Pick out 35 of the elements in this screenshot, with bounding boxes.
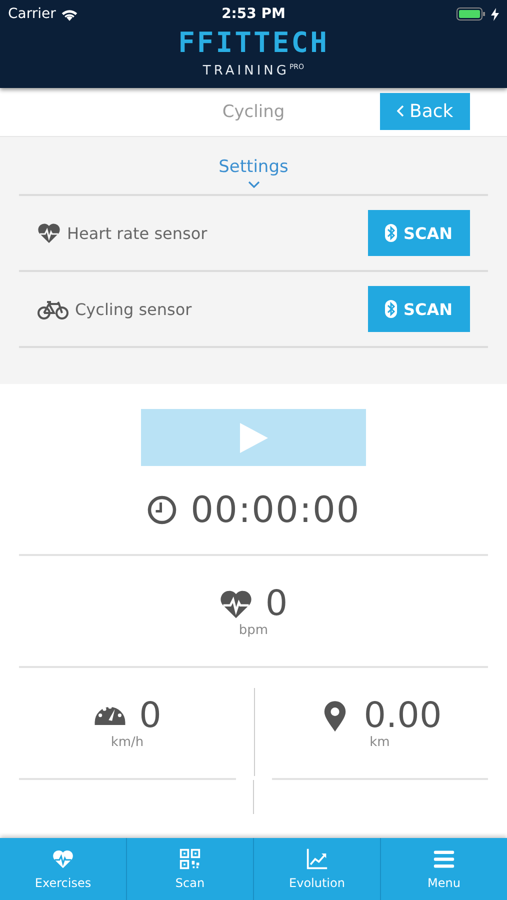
tab-item[interactable]: Evolution: [253, 838, 380, 900]
sensor-label: Heart rate sensor: [67, 224, 208, 243]
stat-value: 0: [139, 696, 162, 735]
stat-value: 0.00: [364, 696, 442, 735]
logo-text: FFITTECH: [178, 28, 329, 58]
logo-subtitle: TRAINING$^{PRO}$: [202, 62, 304, 80]
scan-button[interactable]: SCAN: [368, 286, 470, 332]
battery-icon: [456, 7, 486, 21]
status-time: 2:53 PM: [222, 6, 286, 22]
clock-icon: [146, 495, 177, 526]
bluetooth-icon: [385, 224, 398, 242]
stat-value: 0: [265, 584, 288, 623]
menu-icon: [433, 848, 455, 870]
back-button[interactable]: Back: [380, 93, 470, 130]
tab-item[interactable]: Menu: [380, 838, 507, 900]
heart-rate-icon: [52, 848, 74, 870]
stat-unit: km: [370, 734, 390, 750]
qr-code-icon: [179, 848, 201, 870]
bluetooth-icon: [385, 300, 398, 318]
settings-toggle[interactable]: Settings: [218, 157, 288, 178]
chevron-left-icon: [396, 105, 404, 118]
scan-button[interactable]: SCAN: [368, 210, 470, 256]
wifi-icon: [60, 8, 78, 20]
heart-rate-icon: [37, 221, 61, 246]
page-title: Cycling: [222, 102, 285, 122]
stat-unit: km/h: [110, 734, 144, 750]
play-icon: [240, 422, 268, 453]
stat-unit: bpm: [238, 622, 268, 638]
tab-item[interactable]: Scan: [126, 838, 253, 900]
sensor-label: Cycling sensor: [75, 300, 193, 319]
carrier-label: Carrier: [8, 6, 56, 22]
line-chart-icon: [306, 848, 328, 870]
timer-value: 00:00:00: [190, 490, 360, 531]
tab-item[interactable]: Exercises: [0, 838, 126, 900]
speedometer-icon: [93, 706, 128, 725]
